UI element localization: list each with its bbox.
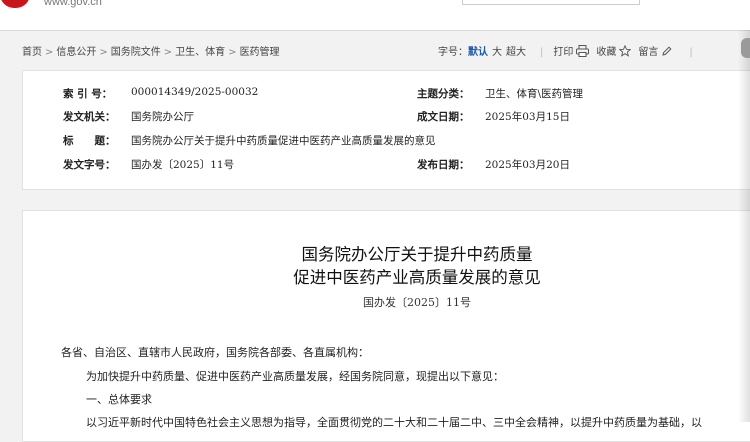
print-button[interactable]: 打印 [553,45,596,58]
article-tools: 字号：默认大超大 | 打印 收藏 留言 | [438,43,703,58]
site-header: www.gov.cn [0,0,750,31]
breadcrumb-separator: > [163,47,173,58]
breadcrumb-medicine-management[interactable]: 医药管理 [240,47,280,58]
index-number-value: 000014349/2025-00032 [131,86,259,98]
breadcrumb-health-sports[interactable]: 卫生、体育 [175,47,225,58]
meta-row: 发文字号： 国办发〔2025〕11号 发布日期： 2025年03月20日 [23,157,750,173]
document-body: 国务院办公厅关于提升中药质量 促进中医药产业高质量发展的意见 国办发〔2025〕… [22,210,750,442]
publish-date-value: 2025年03月20日 [485,159,570,171]
side-panel-handle[interactable] [741,38,750,58]
breadcrumb-toolbar: 首页 > 信息公开 > 国务院文件 > 卫生、体育 > 医药管理 字号：默认大超大 | 打印 收藏 留言… [0,31,750,68]
index-number-label: 索 引 号： [63,88,113,100]
document-title-line2: 促进中医药产业高质量发展的意见 [293,268,541,287]
doc-number-label: 发文字号： [63,159,116,171]
breadcrumb-state-council-docs[interactable]: 国务院文件 [111,47,161,58]
section-paragraph: 以习近平新时代中国特色社会主义思想为指导，全面贯彻党的二十大和二十届二中、三中全… [86,416,702,429]
breadcrumb-separator: > [99,47,108,58]
font-size-large-button[interactable]: 大 [492,47,502,58]
breadcrumb-separator: > [228,47,237,58]
font-size-xlarge-button[interactable]: 超大 [506,47,526,58]
title-value: 国务院办公厅关于提升中药质量促进中医药产业高质量发展的意见 [131,135,436,147]
section-heading: 一、总体要求 [86,393,152,406]
document-title-line1: 国务院办公厅关于提升中药质量 [301,245,533,264]
title-label: 标 题： [63,135,116,147]
comment-button[interactable]: 留言 [638,46,679,58]
star-icon [619,45,632,57]
breadcrumb-info-public[interactable]: 信息公开 [56,47,96,58]
topic-value: 卫生、体育\医药管理 [485,88,584,100]
breadcrumb-home[interactable]: 首页 [22,47,42,58]
addressee: 各省、自治区、直辖市人民政府，国务院各部委、各直属机构： [61,346,369,359]
meta-row: 标 题： 国务院办公厅关于提升中药质量促进中医药产业高质量发展的意见 [23,133,750,149]
written-date-value: 2025年03月15日 [485,111,570,123]
document-number: 国办发〔2025〕11号 [363,296,471,309]
publish-date-label: 发布日期： [417,159,470,171]
national-emblem-logo[interactable] [0,0,30,8]
print-label: 打印 [553,47,574,58]
written-date-label: 成文日期： [417,111,470,123]
toolbar-divider: | [689,47,693,58]
pencil-icon [662,46,672,56]
issuer-label: 发文机关： [63,111,116,123]
document-metadata: 索 引 号： 000014349/2025-00032 主题分类： 卫生、体育\… [22,70,750,190]
favorite-label: 收藏 [596,47,617,58]
breadcrumb: 首页 > 信息公开 > 国务院文件 > 卫生、体育 > 医药管理 [22,43,280,58]
topic-label: 主题分类： [417,88,470,100]
font-size-label: 字号： [438,47,468,58]
issuer-value: 国务院办公厅 [131,111,194,123]
side-panel-shadow [738,30,750,422]
meta-row: 发文机关： 国务院办公厅 成文日期： 2025年03月15日 [23,109,750,125]
intro-paragraph: 为加快提升中药质量、促进中医药产业高质量发展，经国务院同意，现提出以下意见： [86,370,504,383]
font-size-default-button[interactable]: 默认 [468,47,488,58]
meta-row: 索 引 号： 000014349/2025-00032 主题分类： 卫生、体育\… [23,86,750,102]
document-title: 国务院办公厅关于提升中药质量 促进中医药产业高质量发展的意见 [23,243,750,289]
breadcrumb-separator: > [45,47,54,58]
search-input[interactable] [462,0,640,5]
print-icon [576,45,590,57]
toolbar-divider: | [540,47,544,58]
comment-label: 留言 [638,47,659,58]
favorite-button[interactable]: 收藏 [596,45,638,58]
site-url[interactable]: www.gov.cn [44,0,102,8]
doc-number-value: 国办发〔2025〕11号 [131,159,235,171]
